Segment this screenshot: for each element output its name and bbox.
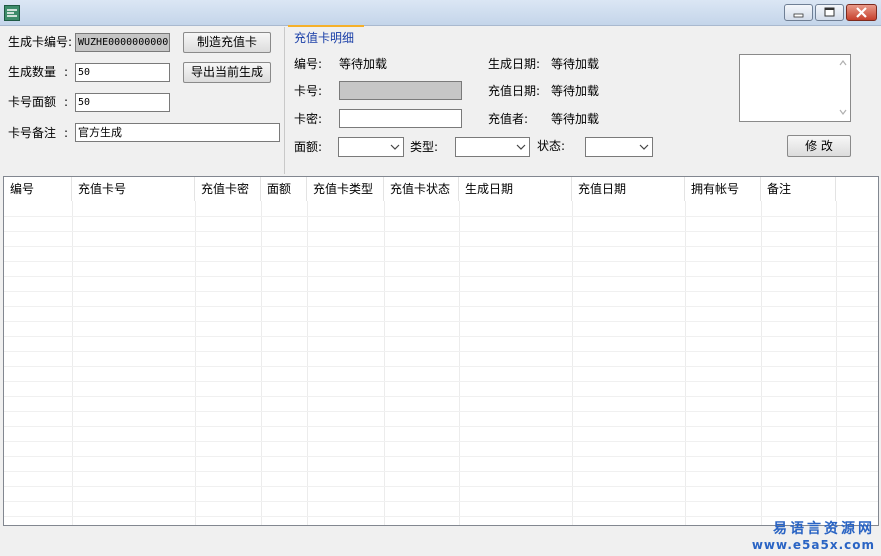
- memo-box[interactable]: [739, 54, 851, 122]
- password-label: 卡密:: [294, 112, 323, 126]
- card-no-label: 卡号:: [294, 84, 323, 98]
- column-header[interactable]: 编号: [4, 177, 72, 201]
- status-label: 状态:: [537, 139, 566, 153]
- column-header[interactable]: 充值日期: [572, 177, 685, 201]
- minimize-button[interactable]: [784, 4, 813, 21]
- modify-button[interactable]: 修 改: [787, 135, 851, 157]
- grid-row-line: [4, 351, 878, 352]
- password-field[interactable]: [339, 109, 462, 128]
- recharge-date-label: 充值日期:: [488, 84, 541, 98]
- watermark: 易语言资源网 www.e5a5x.com: [752, 518, 875, 552]
- column-header[interactable]: 充值卡类型: [307, 177, 384, 201]
- column-header[interactable]: 充值卡密: [195, 177, 261, 201]
- quantity-colon: :: [64, 65, 69, 79]
- grid-column-line: [261, 201, 262, 525]
- create-date-value: 等待加载: [551, 57, 600, 71]
- column-header[interactable]: 拥有帐号: [685, 177, 761, 201]
- column-header[interactable]: 生成日期: [459, 177, 572, 201]
- remark-colon: :: [64, 126, 69, 140]
- grid-row-line: [4, 276, 878, 277]
- grid-row-line: [4, 366, 878, 367]
- grid-row-line: [4, 486, 878, 487]
- face-value-colon: :: [64, 95, 69, 109]
- recharger-label: 充值者:: [488, 112, 529, 126]
- grid-row-line: [4, 456, 878, 457]
- grid-row-line: [4, 306, 878, 307]
- card-number-field[interactable]: WUZHE0000000000: [75, 33, 170, 52]
- chevron-down-icon: [390, 144, 400, 150]
- grid-row-line: [4, 291, 878, 292]
- card-no-field[interactable]: [339, 81, 462, 100]
- face-value-label: 卡号面额: [8, 95, 57, 109]
- recharge-date-value: 等待加载: [551, 84, 600, 98]
- grid-row-line: [4, 261, 878, 262]
- section-title: 充值卡明细: [294, 31, 355, 45]
- grid-column-line: [459, 201, 460, 525]
- chevron-down-icon: [516, 144, 526, 150]
- column-header[interactable]: 面额: [261, 177, 307, 201]
- watermark-title: 易语言资源网: [773, 521, 875, 537]
- quantity-field[interactable]: 50: [75, 63, 170, 82]
- minimize-icon: [793, 13, 804, 18]
- title-bar: [0, 0, 881, 26]
- grid-row-line: [4, 471, 878, 472]
- number-value: 等待加载: [339, 57, 388, 71]
- grid-row-line: [4, 336, 878, 337]
- grid-column-line: [195, 201, 196, 525]
- grid-row-line: [4, 411, 878, 412]
- column-header[interactable]: 备注: [761, 177, 836, 201]
- chevron-down-icon: [639, 144, 649, 150]
- grid-column-line: [572, 201, 573, 525]
- grid-row-line: [4, 396, 878, 397]
- grid-column-line: [685, 201, 686, 525]
- grid-row-line: [4, 321, 878, 322]
- restore-icon: [824, 7, 835, 17]
- create-date-label: 生成日期:: [488, 57, 541, 71]
- type-select[interactable]: [455, 137, 530, 157]
- app-icon: [4, 5, 20, 21]
- grid-row-line: [4, 231, 878, 232]
- memo-scrollbar[interactable]: [836, 55, 850, 121]
- status-bar: [0, 528, 881, 556]
- recharger-value: 等待加载: [551, 112, 600, 126]
- close-icon: [856, 7, 867, 18]
- restore-button[interactable]: [815, 4, 844, 21]
- close-button[interactable]: [846, 4, 877, 21]
- grid-row-line: [4, 426, 878, 427]
- grid-row-line: [4, 216, 878, 217]
- number-label: 编号:: [294, 57, 323, 71]
- grid-column-line: [72, 201, 73, 525]
- section-tab-indicator: [288, 25, 364, 27]
- grid-row-line: [4, 441, 878, 442]
- column-header[interactable]: 充值卡状态: [384, 177, 459, 201]
- scroll-arrows-icon: [839, 60, 847, 115]
- grid-column-line: [384, 201, 385, 525]
- quantity-label: 生成数量: [8, 65, 57, 79]
- card-table[interactable]: 编号 充值卡号 充值卡密 面额 充值卡类型 充值卡状态 生成日期 充值日期 拥有…: [3, 176, 879, 526]
- table-header: 编号 充值卡号 充值卡密 面额 充值卡类型 充值卡状态 生成日期 充值日期 拥有…: [4, 177, 878, 201]
- face-label: 面额:: [294, 140, 323, 154]
- grid-row-line: [4, 381, 878, 382]
- grid-row-line: [4, 501, 878, 502]
- make-card-button[interactable]: 制造充值卡: [183, 32, 271, 53]
- grid-column-line: [761, 201, 762, 525]
- grid-column-line: [836, 201, 837, 525]
- grid-row-line: [4, 246, 878, 247]
- face-value-field[interactable]: 50: [75, 93, 170, 112]
- face-select[interactable]: [338, 137, 404, 157]
- type-label: 类型:: [410, 140, 439, 154]
- remark-label: 卡号备注: [8, 126, 57, 140]
- status-select[interactable]: [585, 137, 653, 157]
- export-button[interactable]: 导出当前生成: [183, 62, 271, 83]
- grid-row-line: [4, 516, 878, 517]
- column-header[interactable]: 充值卡号: [72, 177, 195, 201]
- grid-column-line: [307, 201, 308, 525]
- card-number-label: 生成卡编号:: [8, 35, 73, 49]
- watermark-url: www.e5a5x.com: [751, 538, 875, 552]
- remark-field[interactable]: 官方生成: [75, 123, 280, 142]
